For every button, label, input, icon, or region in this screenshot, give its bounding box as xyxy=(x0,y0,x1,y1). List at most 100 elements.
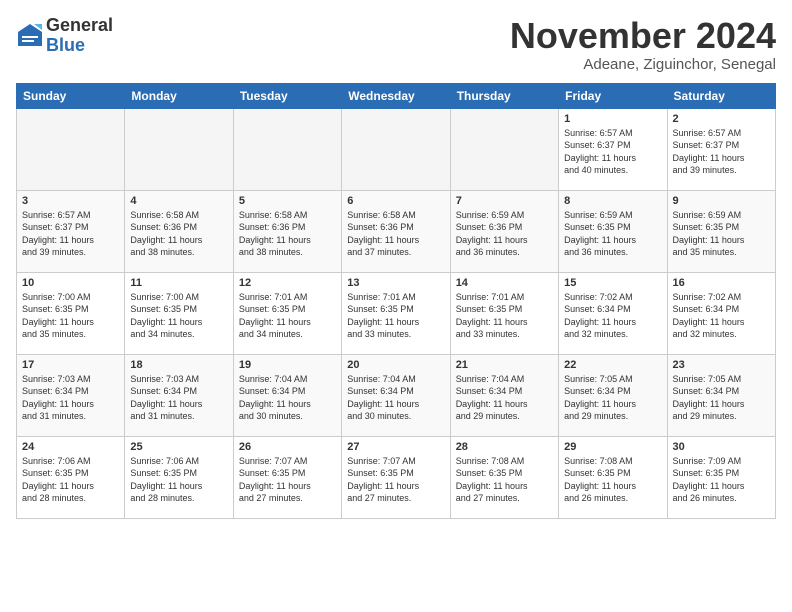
day-info: Sunrise: 7:01 AM Sunset: 6:35 PM Dayligh… xyxy=(239,291,336,341)
table-row: 3Sunrise: 6:57 AM Sunset: 6:37 PM Daylig… xyxy=(17,190,125,272)
day-info: Sunrise: 7:05 AM Sunset: 6:34 PM Dayligh… xyxy=(564,373,661,423)
header: General Blue November 2024 Adeane, Zigui… xyxy=(16,16,776,73)
table-row xyxy=(450,108,558,190)
table-row: 5 Sunrise: 6:58 AM Sunset: 6:36 PM Daylig… xyxy=(233,190,341,272)
logo-text: General Blue xyxy=(46,16,113,56)
day-info: Sunrise: 7:06 AM Sunset: 6:35 PM Dayligh… xyxy=(130,455,227,505)
weekday-header-row: Sunday Monday Tuesday Wednesday Thursday… xyxy=(17,83,776,108)
table-row: 28 Sunrise: 7:08 AM Sunset: 6:35 PM Dayli… xyxy=(450,436,558,518)
day-number: 12 xyxy=(239,277,336,289)
day-info: Sunrise: 7:02 AM Sunset: 6:34 PM Dayligh… xyxy=(564,291,661,341)
day-info: Sunrise: 7:00 AM Sunset: 6:35 PM Dayligh… xyxy=(22,291,119,341)
day-number: 26 xyxy=(239,441,336,453)
month-title: November 2024 xyxy=(510,16,776,56)
weekday-saturday: Saturday xyxy=(667,83,775,108)
day-number: 20 xyxy=(347,359,444,371)
day-info: Sunrise: 7:00 AM Sunset: 6:35 PM Dayligh… xyxy=(130,291,227,341)
table-row: 15 Sunrise: 7:02 AM Sunset: 6:34 PM Dayli… xyxy=(559,272,667,354)
day-info: Sunrise: 7:03 AM Sunset: 6:34 PM Dayligh… xyxy=(130,373,227,423)
table-row: 16Sunrise: 7:02 AM Sunset: 6:34 PM Dayli… xyxy=(667,272,775,354)
table-row: 19 Sunrise: 7:04 AM Sunset: 6:34 PM Dayli… xyxy=(233,354,341,436)
weekday-sunday: Sunday xyxy=(17,83,125,108)
day-number: 17 xyxy=(22,359,119,371)
table-row: 11 Sunrise: 7:00 AM Sunset: 6:35 PM Dayli… xyxy=(125,272,233,354)
table-row xyxy=(125,108,233,190)
day-number: 3 xyxy=(22,195,119,207)
day-info: Sunrise: 6:59 AM Sunset: 6:35 PM Dayligh… xyxy=(673,209,770,259)
day-number: 16 xyxy=(673,277,770,289)
title-block: November 2024 Adeane, Ziguinchor, Senega… xyxy=(510,16,776,73)
day-number: 15 xyxy=(564,277,661,289)
table-row: 12 Sunrise: 7:01 AM Sunset: 6:35 PM Dayli… xyxy=(233,272,341,354)
weekday-monday: Monday xyxy=(125,83,233,108)
calendar-week-row: 1Sunrise: 6:57 AM Sunset: 6:37 PM Daylig… xyxy=(17,108,776,190)
day-info: Sunrise: 6:58 AM Sunset: 6:36 PM Dayligh… xyxy=(239,209,336,259)
day-number: 11 xyxy=(130,277,227,289)
table-row: 27Sunrise: 7:07 AM Sunset: 6:35 PM Dayli… xyxy=(342,436,450,518)
day-info: Sunrise: 7:08 AM Sunset: 6:35 PM Dayligh… xyxy=(456,455,553,505)
day-number: 4 xyxy=(130,195,227,207)
table-row: 20Sunrise: 7:04 AM Sunset: 6:34 PM Dayli… xyxy=(342,354,450,436)
day-info: Sunrise: 7:04 AM Sunset: 6:34 PM Dayligh… xyxy=(239,373,336,423)
day-number: 13 xyxy=(347,277,444,289)
day-number: 25 xyxy=(130,441,227,453)
table-row xyxy=(17,108,125,190)
table-row: 25 Sunrise: 7:06 AM Sunset: 6:35 PM Dayli… xyxy=(125,436,233,518)
table-row: 18Sunrise: 7:03 AM Sunset: 6:34 PM Dayli… xyxy=(125,354,233,436)
day-number: 10 xyxy=(22,277,119,289)
day-info: Sunrise: 7:01 AM Sunset: 6:35 PM Dayligh… xyxy=(456,291,553,341)
weekday-wednesday: Wednesday xyxy=(342,83,450,108)
day-number: 21 xyxy=(456,359,553,371)
table-row: 1Sunrise: 6:57 AM Sunset: 6:37 PM Daylig… xyxy=(559,108,667,190)
table-row: 9 Sunrise: 6:59 AM Sunset: 6:35 PM Daylig… xyxy=(667,190,775,272)
day-info: Sunrise: 7:07 AM Sunset: 6:35 PM Dayligh… xyxy=(347,455,444,505)
weekday-tuesday: Tuesday xyxy=(233,83,341,108)
day-info: Sunrise: 7:06 AM Sunset: 6:35 PM Dayligh… xyxy=(22,455,119,505)
logo-icon xyxy=(16,22,44,50)
table-row: 4 Sunrise: 6:58 AM Sunset: 6:36 PM Daylig… xyxy=(125,190,233,272)
day-number: 29 xyxy=(564,441,661,453)
page: General Blue November 2024 Adeane, Zigui… xyxy=(0,0,792,612)
table-row: 10 Sunrise: 7:00 AM Sunset: 6:35 PM Dayli… xyxy=(17,272,125,354)
day-number: 2 xyxy=(673,113,770,125)
table-row: 14 Sunrise: 7:01 AM Sunset: 6:35 PM Dayli… xyxy=(450,272,558,354)
day-number: 6 xyxy=(347,195,444,207)
day-info: Sunrise: 6:57 AM Sunset: 6:37 PM Dayligh… xyxy=(564,127,661,177)
calendar-week-row: 17 Sunrise: 7:03 AM Sunset: 6:34 PM Dayli… xyxy=(17,354,776,436)
day-info: Sunrise: 6:58 AM Sunset: 6:36 PM Dayligh… xyxy=(347,209,444,259)
day-number: 30 xyxy=(673,441,770,453)
table-row: 24Sunrise: 7:06 AM Sunset: 6:35 PM Dayli… xyxy=(17,436,125,518)
day-info: Sunrise: 7:03 AM Sunset: 6:34 PM Dayligh… xyxy=(22,373,119,423)
table-row: 13 Sunrise: 7:01 AM Sunset: 6:35 PM Dayli… xyxy=(342,272,450,354)
table-row: 26 Sunrise: 7:07 AM Sunset: 6:35 PM Dayli… xyxy=(233,436,341,518)
table-row: 29 Sunrise: 7:08 AM Sunset: 6:35 PM Dayli… xyxy=(559,436,667,518)
logo: General Blue xyxy=(16,16,113,56)
day-number: 9 xyxy=(673,195,770,207)
day-number: 22 xyxy=(564,359,661,371)
day-info: Sunrise: 7:08 AM Sunset: 6:35 PM Dayligh… xyxy=(564,455,661,505)
day-number: 14 xyxy=(456,277,553,289)
day-info: Sunrise: 6:59 AM Sunset: 6:35 PM Dayligh… xyxy=(564,209,661,259)
day-info: Sunrise: 7:01 AM Sunset: 6:35 PM Dayligh… xyxy=(347,291,444,341)
table-row: 17 Sunrise: 7:03 AM Sunset: 6:34 PM Dayli… xyxy=(17,354,125,436)
day-number: 19 xyxy=(239,359,336,371)
day-info: Sunrise: 6:58 AM Sunset: 6:36 PM Dayligh… xyxy=(130,209,227,259)
weekday-thursday: Thursday xyxy=(450,83,558,108)
day-number: 7 xyxy=(456,195,553,207)
logo-blue: Blue xyxy=(46,35,85,55)
table-row: 6 Sunrise: 6:58 AM Sunset: 6:36 PM Daylig… xyxy=(342,190,450,272)
calendar-week-row: 10 Sunrise: 7:00 AM Sunset: 6:35 PM Dayli… xyxy=(17,272,776,354)
day-number: 28 xyxy=(456,441,553,453)
day-info: Sunrise: 6:59 AM Sunset: 6:36 PM Dayligh… xyxy=(456,209,553,259)
day-number: 23 xyxy=(673,359,770,371)
calendar: Sunday Monday Tuesday Wednesday Thursday… xyxy=(16,83,776,519)
day-info: Sunrise: 7:07 AM Sunset: 6:35 PM Dayligh… xyxy=(239,455,336,505)
location: Adeane, Ziguinchor, Senegal xyxy=(510,56,776,73)
table-row: 22 Sunrise: 7:05 AM Sunset: 6:34 PM Dayli… xyxy=(559,354,667,436)
table-row: 7 Sunrise: 6:59 AM Sunset: 6:36 PM Daylig… xyxy=(450,190,558,272)
day-info: Sunrise: 6:57 AM Sunset: 6:37 PM Dayligh… xyxy=(673,127,770,177)
day-number: 5 xyxy=(239,195,336,207)
table-row: 2 Sunrise: 6:57 AM Sunset: 6:37 PM Daylig… xyxy=(667,108,775,190)
table-row: 23Sunrise: 7:05 AM Sunset: 6:34 PM Dayli… xyxy=(667,354,775,436)
logo-general: General xyxy=(46,15,113,35)
